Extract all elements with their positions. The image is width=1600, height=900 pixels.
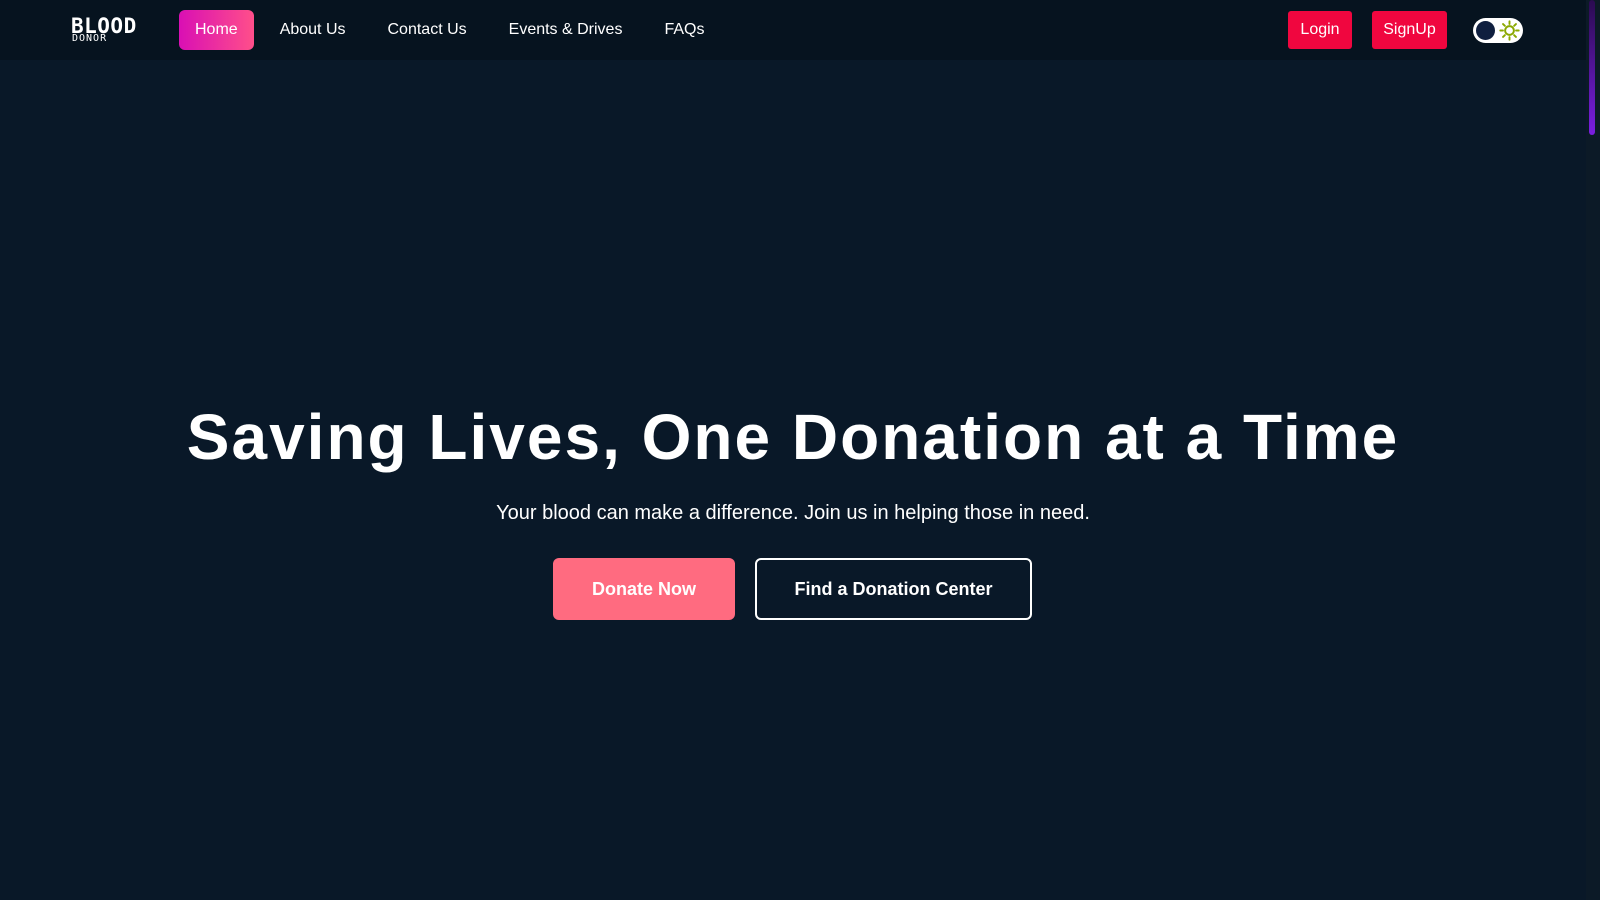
nav-item-events-drives[interactable]: Events & Drives (493, 10, 639, 50)
nav-item-about-us[interactable]: About Us (264, 10, 362, 50)
nav-item-faqs[interactable]: FAQs (648, 10, 720, 50)
find-donation-center-button[interactable]: Find a Donation Center (755, 558, 1032, 620)
sun-icon (1499, 20, 1520, 41)
nav-item-home[interactable]: Home (179, 10, 254, 50)
brand-subtitle: DONOR (72, 33, 108, 44)
signup-button[interactable]: SignUp (1372, 11, 1447, 49)
login-button[interactable]: Login (1288, 11, 1352, 49)
nav-links: Home About Us Contact Us Events & Drives… (179, 10, 730, 50)
scrollbar-thumb[interactable] (1589, 0, 1595, 135)
hero-title: Saving Lives, One Donation at a Time (186, 401, 1400, 473)
page-scrollbar[interactable] (1586, 0, 1600, 900)
donate-now-button[interactable]: Donate Now (553, 558, 735, 620)
theme-toggle[interactable] (1473, 18, 1523, 43)
hero-subtitle: Your blood can make a difference. Join u… (496, 502, 1090, 524)
nav-item-contact-us[interactable]: Contact Us (372, 10, 483, 50)
page: BLOOD DONOR Home About Us Contact Us Eve… (0, 0, 1600, 900)
brand-logo[interactable]: BLOOD DONOR (71, 16, 161, 45)
navbar: BLOOD DONOR Home About Us Contact Us Eve… (0, 0, 1586, 60)
toggle-knob (1476, 21, 1495, 40)
